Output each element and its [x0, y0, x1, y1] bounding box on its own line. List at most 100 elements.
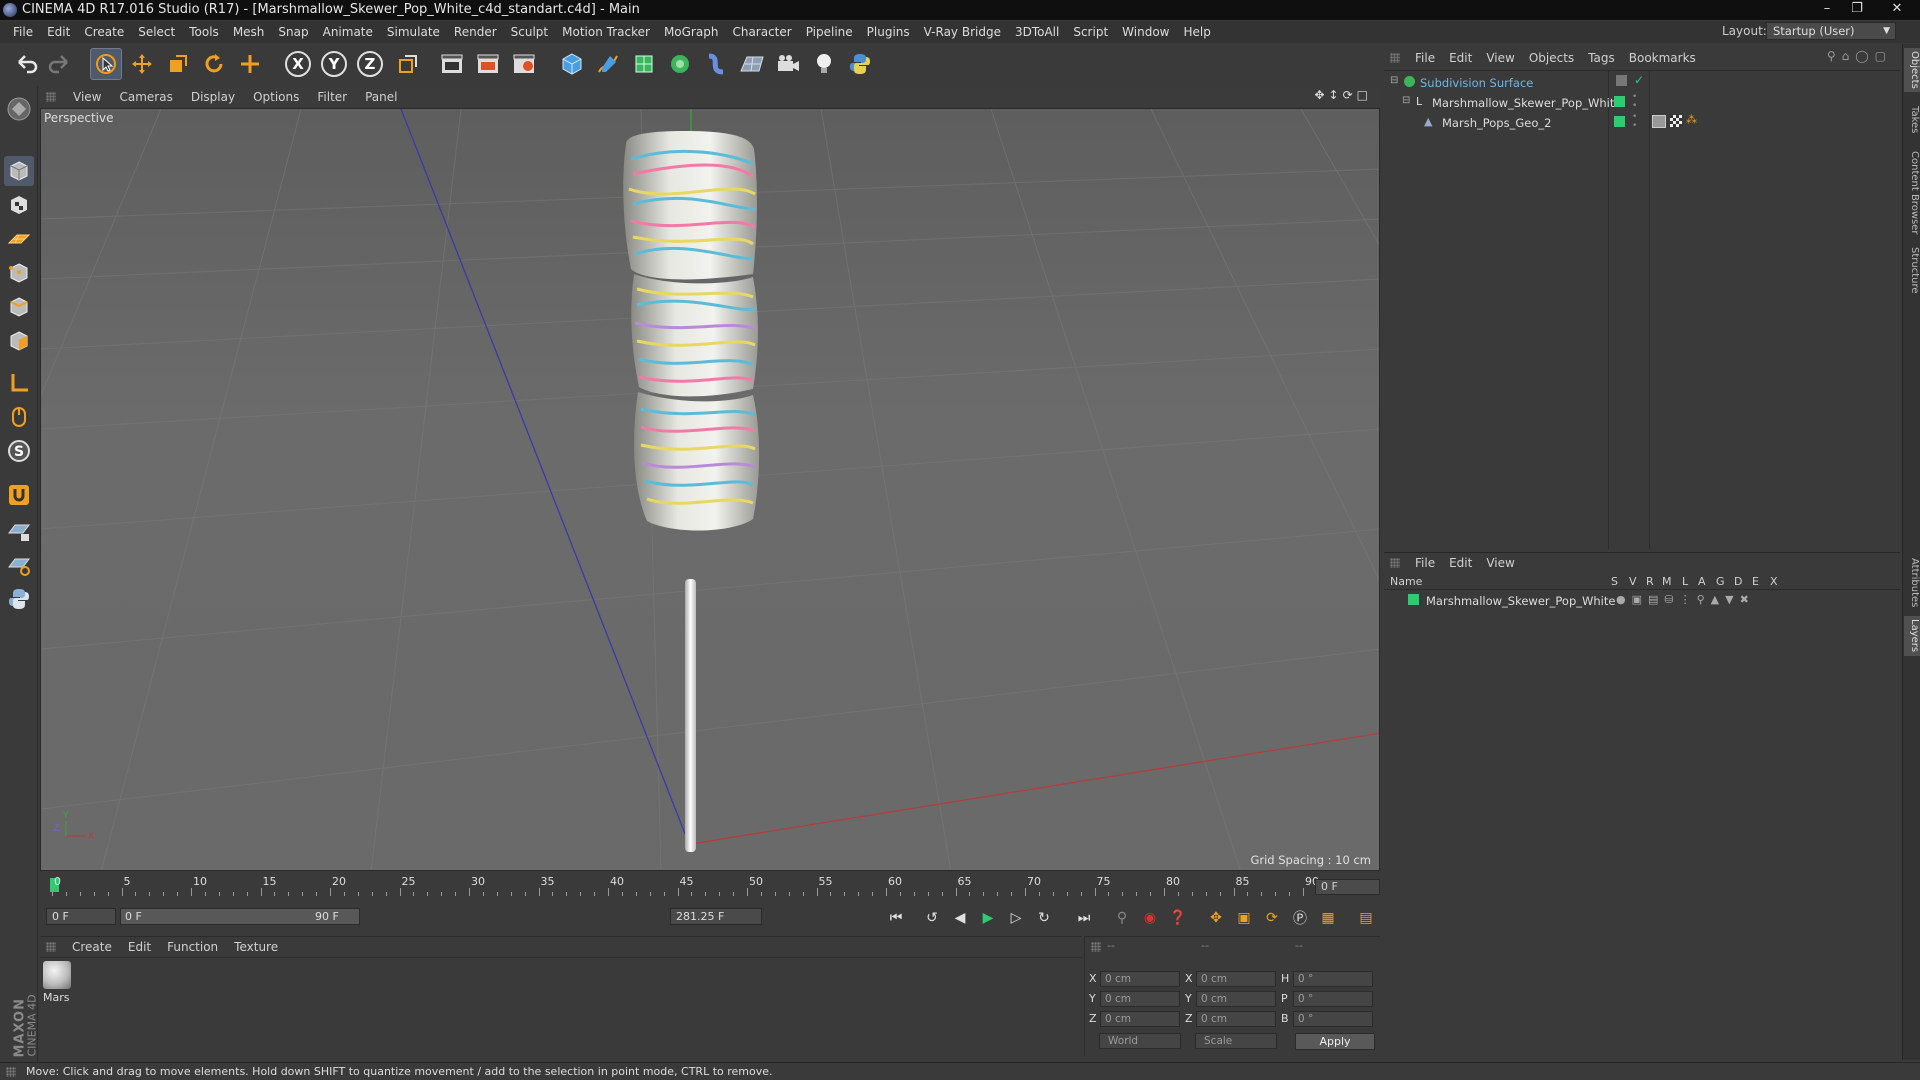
render-settings-button[interactable]	[508, 48, 540, 80]
menu-edit[interactable]: Edit	[40, 25, 77, 39]
coordinate-space-dropdown[interactable]: World	[1099, 1033, 1181, 1049]
layers-menu-file[interactable]: File	[1408, 556, 1442, 570]
apply-button[interactable]: Apply	[1295, 1033, 1375, 1050]
object-manager-tools-icons[interactable]: ⚲⌂◯▢	[1827, 49, 1892, 63]
rot-p-field[interactable]: 0 °	[1293, 991, 1373, 1007]
layer-row[interactable]: Marshmallow_Skewer_Pop_White ●▣▤⛁⋮⚲▲▼✖	[1384, 591, 1900, 611]
layer-color-swatch[interactable]	[1614, 116, 1625, 127]
viewport-navigation-icons[interactable]: ✥↕⟳□	[1314, 88, 1372, 102]
column-locked[interactable]: L	[1682, 575, 1688, 588]
menu-file[interactable]: File	[6, 25, 40, 39]
tab-structure[interactable]: Structure	[1904, 244, 1920, 296]
x-axis-lock-button[interactable]: X	[282, 48, 314, 80]
visibility-dots-icon[interactable]: • •	[1632, 93, 1637, 111]
keyframe-selection-button[interactable]: ❓	[1166, 906, 1190, 930]
current-frame-field[interactable]: 0 F	[1315, 879, 1380, 895]
python-script-button[interactable]	[844, 48, 876, 80]
live-selection-button[interactable]	[234, 48, 266, 80]
viewport-menu-filter[interactable]: Filter	[308, 90, 356, 104]
menu-create[interactable]: Create	[77, 25, 131, 39]
record-keys-button[interactable]: ⚲	[1110, 906, 1134, 930]
collapse-icon[interactable]: ⊟	[1402, 95, 1410, 106]
layer-color-swatch[interactable]	[1408, 594, 1419, 605]
points-mode-button[interactable]	[4, 258, 34, 288]
size-z-field[interactable]: 0 cm	[1196, 1011, 1276, 1027]
tab-content-browser[interactable]: Content Browser	[1904, 148, 1920, 238]
menu-pipeline[interactable]: Pipeline	[799, 25, 860, 39]
close-button[interactable]: ✕	[1876, 0, 1918, 18]
column-deformers[interactable]: D	[1734, 575, 1742, 588]
menu-vray-bridge[interactable]: V-Ray Bridge	[917, 25, 1008, 39]
rot-b-field[interactable]: 0 °	[1293, 1011, 1373, 1027]
add-generator-button[interactable]	[628, 48, 660, 80]
add-deformer-button[interactable]	[700, 48, 732, 80]
material-item[interactable]: Mars	[40, 958, 80, 1014]
timeline-layout-button[interactable]: ▤	[1354, 906, 1378, 930]
check-icon[interactable]: ✓	[1634, 73, 1644, 87]
layout-dropdown[interactable]: Startup (User) ▼	[1766, 22, 1896, 40]
material-menu-create[interactable]: Create	[64, 940, 120, 954]
start-frame-field[interactable]: 0 F	[46, 908, 116, 925]
menu-character[interactable]: Character	[725, 25, 798, 39]
polygons-mode-button[interactable]	[4, 326, 34, 356]
add-spline-button[interactable]	[592, 48, 624, 80]
menu-select[interactable]: Select	[131, 25, 182, 39]
rotate-tool-button[interactable]	[198, 48, 230, 80]
column-generators[interactable]: G	[1716, 575, 1725, 588]
menu-mograph[interactable]: MoGraph	[657, 25, 726, 39]
snap-toggle-button[interactable]: S	[4, 436, 34, 466]
size-x-field[interactable]: 0 cm	[1196, 971, 1276, 987]
previous-key-button[interactable]: ↺	[920, 906, 944, 930]
key-position-button[interactable]: ✥	[1204, 906, 1228, 930]
key-parameter-button[interactable]: Ⓟ	[1288, 906, 1312, 930]
object-row-skewer-null[interactable]: ⊟ L Marshmallow_Skewer_Pop_White • •	[1384, 93, 1900, 113]
select-tool-button[interactable]	[90, 48, 122, 80]
viewport-menu-cameras[interactable]: Cameras	[110, 90, 181, 104]
next-key-button[interactable]: ↻	[1032, 906, 1056, 930]
menu-mesh[interactable]: Mesh	[226, 25, 272, 39]
object-row-subdivision-surface[interactable]: ⊟ Subdivision Surface ✓	[1384, 73, 1900, 93]
rot-h-field[interactable]: 0 °	[1293, 971, 1373, 987]
z-axis-lock-button[interactable]: Z	[354, 48, 386, 80]
add-environment-button[interactable]	[736, 48, 768, 80]
column-expressions[interactable]: E	[1752, 575, 1759, 588]
size-y-field[interactable]: 0 cm	[1196, 991, 1276, 1007]
column-xref[interactable]: X	[1770, 575, 1778, 588]
tweak-mode-button[interactable]	[4, 402, 34, 432]
key-rotation-button[interactable]: ⟳	[1260, 906, 1284, 930]
go-to-end-button[interactable]: ⏭	[1072, 906, 1096, 930]
key-pla-button[interactable]: ▦	[1316, 906, 1340, 930]
model-mode-button[interactable]	[4, 156, 34, 186]
viewport-camera-label[interactable]: Perspective	[44, 111, 114, 125]
column-view[interactable]: V	[1629, 575, 1637, 588]
add-mograph-button[interactable]	[664, 48, 696, 80]
objects-menu-tags[interactable]: Tags	[1581, 51, 1622, 65]
column-animation[interactable]: A	[1698, 575, 1706, 588]
go-to-start-button[interactable]: ⏮	[884, 906, 908, 930]
layers-menu-edit[interactable]: Edit	[1442, 556, 1479, 570]
material-menu-texture[interactable]: Texture	[226, 940, 286, 954]
lock-workplane-button[interactable]	[4, 516, 34, 546]
menu-animate[interactable]: Animate	[316, 25, 380, 39]
objects-menu-objects[interactable]: Objects	[1522, 51, 1581, 65]
undo-button[interactable]	[10, 48, 42, 80]
tab-attributes[interactable]: Attributes	[1904, 554, 1920, 612]
object-row-marsh-pops-geo[interactable]: ▲ Marsh_Pops_Geo_2 • • ⁂	[1384, 113, 1900, 133]
workplane-rotate-button[interactable]	[4, 550, 34, 580]
menu-script[interactable]: Script	[1066, 25, 1115, 39]
move-tool-button[interactable]	[126, 48, 158, 80]
column-render[interactable]: R	[1646, 575, 1654, 588]
minimize-button[interactable]: –	[1812, 0, 1842, 18]
play-button[interactable]: ▶	[976, 906, 1000, 930]
menu-help[interactable]: Help	[1176, 25, 1217, 39]
material-menu-function[interactable]: Function	[159, 940, 226, 954]
material-menu-edit[interactable]: Edit	[120, 940, 159, 954]
key-scale-button[interactable]: ▣	[1232, 906, 1256, 930]
menu-plugins[interactable]: Plugins	[860, 25, 917, 39]
next-frame-button[interactable]: ▷	[1004, 906, 1028, 930]
objects-menu-edit[interactable]: Edit	[1442, 51, 1479, 65]
menu-sculpt[interactable]: Sculpt	[504, 25, 555, 39]
phong-tag-icon[interactable]	[1652, 115, 1666, 128]
tab-takes[interactable]: Takes	[1904, 102, 1920, 138]
y-axis-lock-button[interactable]: Y	[318, 48, 350, 80]
